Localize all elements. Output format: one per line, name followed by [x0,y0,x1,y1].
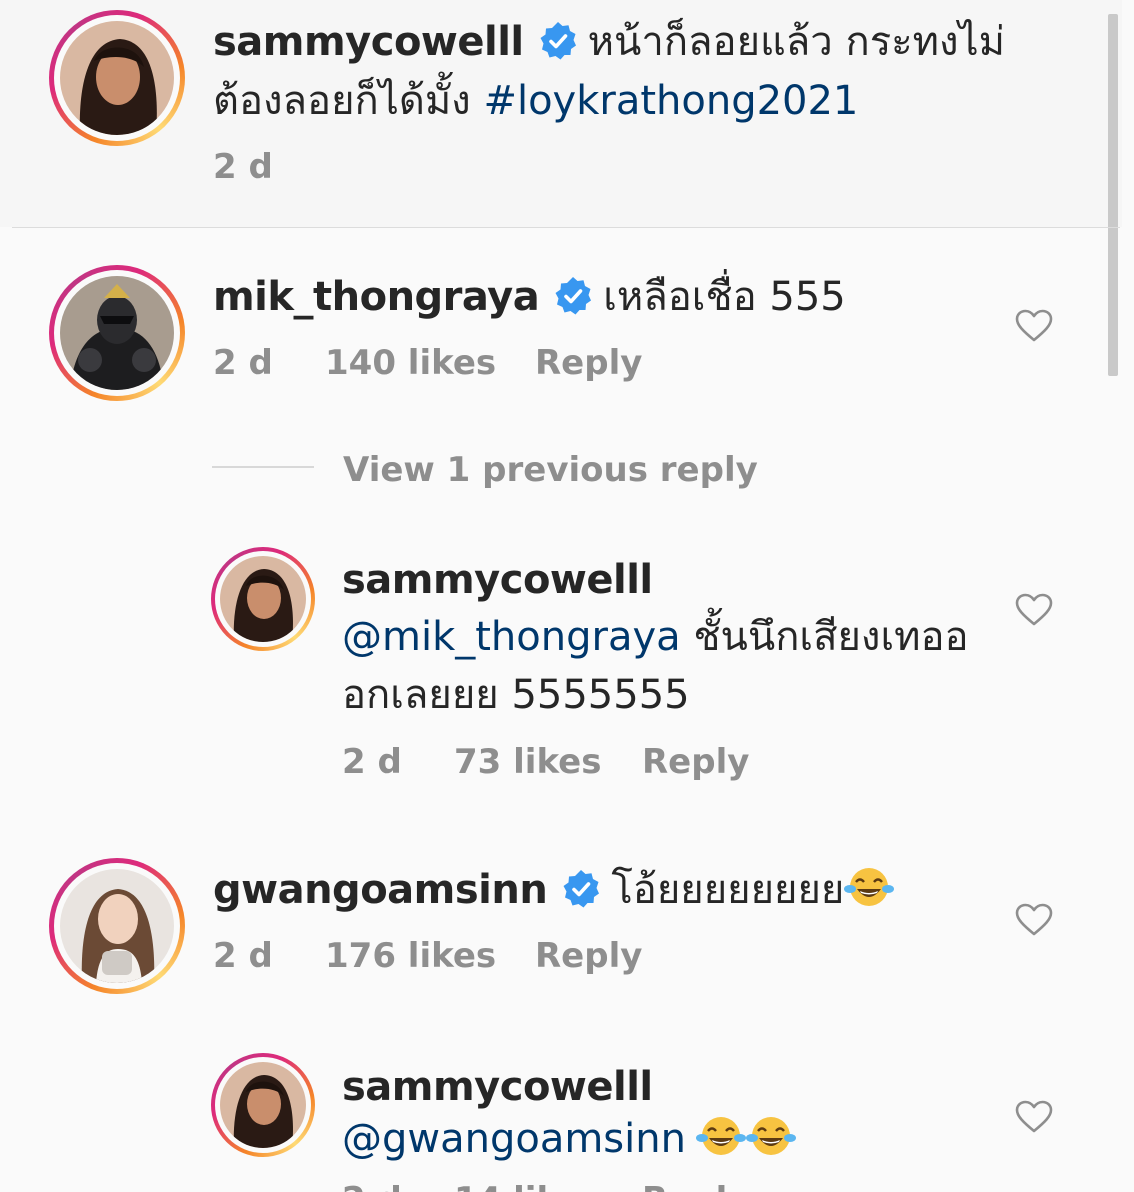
scrollbar[interactable] [1108,14,1118,376]
laughing-crying-emoji [695,1117,746,1155]
heart-outline-icon[interactable] [1015,1100,1053,1134]
reply-meta-2: 2 d14 likesReply [342,1178,749,1192]
reply-likes-2[interactable]: 14 likes [454,1178,642,1192]
comment-meta-1: 2 d 140 likes Reply [213,341,642,385]
comment-username-1[interactable]: mik_thongraya [213,274,540,320]
verified-badge-icon [563,870,600,908]
reply-line-2b: @gwangoamsinn [342,1110,796,1168]
reply-avatar-1[interactable] [211,547,315,651]
caption-text-2: ต้องลอยก็ได้มั้ง [213,78,484,124]
comment-line-1: mik_thongraya เหลือเชื่อ 555 [213,271,846,323]
laughing-crying-emoji [844,868,895,906]
reply-time-2: 2 d [342,1178,454,1192]
comment-line-2: gwangoamsinn โอ้ยยยยยยยย [213,864,895,916]
reply-likes-1[interactable]: 73 likes [454,740,642,784]
comment-avatar-1[interactable] [49,265,185,401]
comment-likes-2[interactable]: 176 likes [325,934,535,978]
caption-text-1: หน้าก็ลอยแล้ว กระทงไม่ [587,19,1006,65]
comment-likes-1[interactable]: 140 likes [325,341,535,385]
reply-line-1c: อกเลยยย 5555555 [342,666,690,724]
heart-outline-icon[interactable] [1015,309,1053,343]
reply-username-1[interactable]: sammycowelll [342,557,653,603]
view-previous-reply[interactable]: View 1 previous reply [343,448,758,492]
reply-text-1a: ชั้นนึกเสียงเทออ [680,614,969,660]
reply-time-1: 2 d [342,742,402,782]
reply-line-1a: sammycowelll [342,554,653,606]
caption-hashtag[interactable]: #loykrathong2021 [483,78,858,124]
comment-username-2[interactable]: gwangoamsinn [213,867,548,913]
caption-line-1: sammycowelll หน้าก็ลอยแล้ว กระทงไม่ [213,16,1005,68]
caption-divider [12,227,1120,228]
reply-username-2[interactable]: sammycowelll [342,1064,653,1110]
reply-reply-button-2[interactable]: Reply [642,1178,749,1192]
reply-mention-1[interactable]: @mik_thongraya [342,614,681,660]
reply-reply-button-1[interactable]: Reply [642,740,749,784]
comment-time-2: 2 d [213,936,273,976]
reply-meta-1: 2 d 73 likes Reply [342,740,749,784]
heart-outline-icon[interactable] [1015,903,1053,937]
view-replies-line [212,466,314,468]
caption-username[interactable]: sammycowelll [213,19,524,65]
reply-avatar-2[interactable] [211,1053,315,1157]
comment-text-2: โอ้ยยยยยยยย [611,867,845,913]
comment-meta-2: 2 d 176 likes Reply [213,934,642,978]
reply-line-2a: sammycowelll [342,1061,653,1113]
reply-line-1b: @mik_thongraya ชั้นนึกเสียงเทออ [342,608,969,666]
caption-time: 2 d [213,147,273,187]
comment-time-1: 2 d [213,343,273,383]
comment-reply-button-2[interactable]: Reply [535,934,642,978]
heart-outline-icon[interactable] [1015,593,1053,627]
caption-line-2: ต้องลอยก็ได้มั้ง #loykrathong2021 [213,72,858,130]
verified-badge-icon [540,22,576,60]
comment-avatar-2[interactable] [49,858,185,994]
reply-text-1b: อกเลยยย 5555555 [342,672,690,718]
laughing-crying-emoji [745,1117,796,1155]
caption-meta: 2 d [213,145,273,189]
caption-avatar[interactable] [49,10,185,146]
comment-reply-button-1[interactable]: Reply [535,341,642,385]
verified-badge-icon [555,277,592,315]
reply-mention-2[interactable]: @gwangoamsinn [342,1116,686,1162]
comment-text-1: เหลือเชื่อ 555 [603,274,846,320]
